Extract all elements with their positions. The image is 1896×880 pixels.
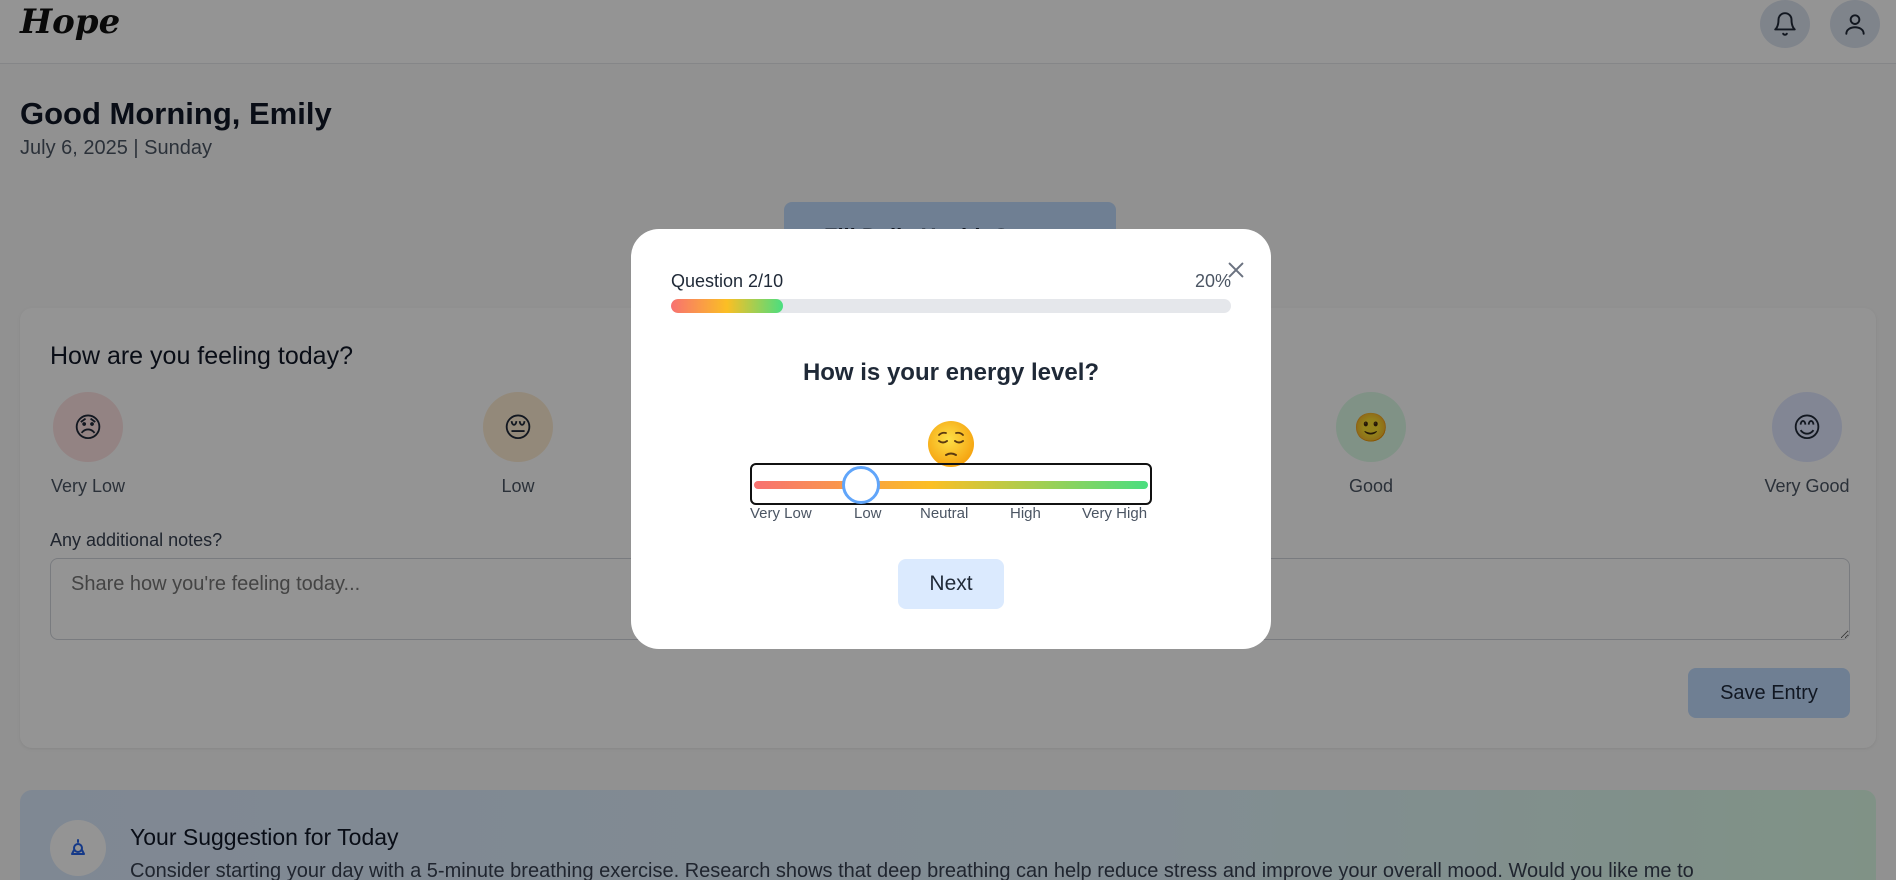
slider-label-high: High bbox=[1010, 505, 1041, 522]
pensive-face-icon bbox=[926, 419, 976, 469]
slider-label-low: Low bbox=[854, 505, 882, 522]
question-counter: Question 2/10 bbox=[671, 271, 784, 291]
next-button[interactable]: Next bbox=[898, 559, 1004, 609]
slider-label-very-low: Very Low bbox=[750, 505, 812, 522]
progress-percent: 20% bbox=[1194, 271, 1231, 291]
slider-label-very-high: Very High bbox=[1082, 505, 1148, 522]
question-text: How is your energy level? bbox=[802, 359, 1100, 386]
survey-modal: Question 2/10 20% How is your energy lev… bbox=[631, 229, 1271, 649]
slider-track[interactable] bbox=[754, 481, 1148, 489]
slider-label-neutral: Neutral bbox=[920, 505, 969, 522]
progress-fill bbox=[671, 299, 783, 313]
progress-bar bbox=[671, 299, 1231, 313]
slider-labels: Very Low Low Neutral High Very High bbox=[750, 499, 1152, 525]
